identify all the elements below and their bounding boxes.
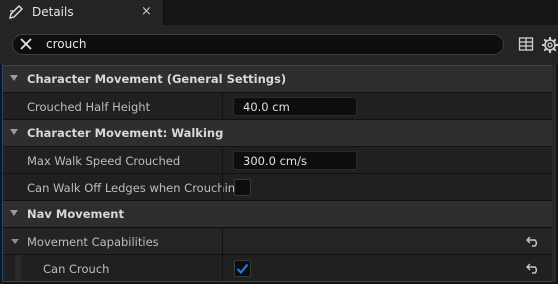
can-crouch-checkbox[interactable]	[234, 260, 251, 277]
reset-to-default-icon[interactable]	[526, 262, 540, 274]
property-label: Crouched Half Height	[27, 100, 151, 114]
property-can-walk-off-ledges: Can Walk Off Ledges when Crouching	[3, 174, 555, 201]
details-tab[interactable]: Details ×	[0, 0, 164, 25]
reset-to-default-icon[interactable]	[526, 235, 540, 247]
column-divider[interactable]	[222, 255, 223, 281]
search-row: crouch	[0, 25, 558, 65]
checkmark-icon	[236, 263, 249, 275]
property-can-crouch: Can Crouch	[3, 255, 555, 281]
property-label: Can Crouch	[43, 262, 110, 276]
property-max-walk-speed-crouched: Max Walk Speed Crouched 300.0 cm/s	[3, 147, 555, 174]
column-divider[interactable]	[222, 228, 223, 254]
max-walk-speed-crouched-input[interactable]: 300.0 cm/s	[233, 151, 357, 170]
column-divider[interactable]	[222, 174, 223, 200]
expand-arrow-icon[interactable]	[10, 210, 18, 216]
expand-arrow-icon[interactable]	[10, 75, 18, 81]
expand-arrow-icon[interactable]	[11, 239, 19, 244]
category-walking[interactable]: Character Movement: Walking	[3, 120, 555, 147]
table-view-icon[interactable]	[518, 36, 534, 52]
details-panel: Character Movement (General Settings) Cr…	[2, 65, 556, 282]
category-general-settings[interactable]: Character Movement (General Settings)	[3, 66, 555, 93]
subgroup-movement-capabilities[interactable]: Movement Capabilities	[3, 228, 555, 255]
scrollbar[interactable]	[552, 65, 556, 282]
tab-title: Details	[32, 5, 74, 19]
tab-close-icon[interactable]: ×	[141, 4, 152, 19]
gear-icon[interactable]	[541, 36, 558, 54]
property-label: Max Walk Speed Crouched	[27, 154, 181, 168]
expand-arrow-icon[interactable]	[10, 129, 18, 135]
subgroup-label: Movement Capabilities	[27, 235, 159, 249]
pencil-icon	[9, 5, 23, 19]
search-value: crouch	[46, 37, 87, 51]
category-label: Nav Movement	[27, 207, 124, 221]
crouched-half-height-input[interactable]: 40.0 cm	[233, 97, 357, 116]
property-label: Can Walk Off Ledges when Crouching	[27, 181, 243, 195]
indent-guide	[15, 255, 21, 281]
category-label: Character Movement (General Settings)	[27, 72, 287, 86]
column-divider[interactable]	[222, 93, 223, 119]
column-divider[interactable]	[222, 147, 223, 173]
category-label: Character Movement: Walking	[27, 126, 224, 140]
search-input[interactable]: crouch	[12, 34, 504, 55]
category-nav-movement[interactable]: Nav Movement	[3, 201, 555, 228]
can-walk-off-ledges-checkbox[interactable]	[234, 179, 251, 196]
tab-bar: Details ×	[0, 0, 558, 25]
close-icon[interactable]	[20, 38, 32, 50]
property-crouched-half-height: Crouched Half Height 40.0 cm	[3, 93, 555, 120]
